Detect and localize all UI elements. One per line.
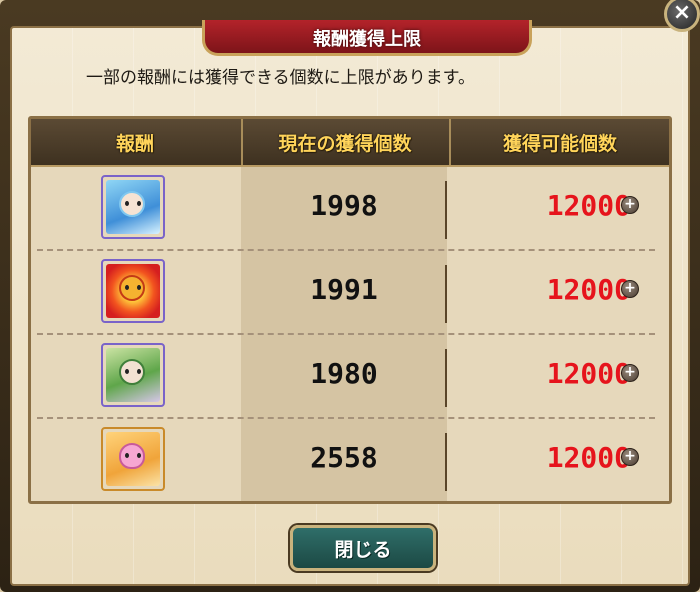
plus-icon[interactable]: + bbox=[621, 196, 639, 214]
plus-icon[interactable]: + bbox=[621, 364, 639, 382]
dialog-title: 報酬獲得上限 bbox=[313, 29, 421, 50]
current-count: 2558 bbox=[310, 441, 378, 474]
header-max-count: 獲得可能個数 bbox=[449, 119, 669, 165]
table-header: 報酬 現在の獲得個数 獲得可能個数 bbox=[31, 119, 669, 167]
table-row: 1991 12000 + bbox=[31, 251, 669, 335]
column-divider bbox=[445, 181, 447, 239]
close-button[interactable]: 閉じる bbox=[290, 525, 436, 571]
table-row: 1998 12000 + bbox=[31, 167, 669, 251]
plus-icon[interactable]: + bbox=[621, 280, 639, 298]
flower-lion-reward-icon[interactable] bbox=[101, 259, 165, 323]
pink-dragon-reward-icon[interactable] bbox=[101, 427, 165, 491]
column-divider bbox=[445, 265, 447, 323]
current-count: 1980 bbox=[310, 357, 378, 390]
limit-notice-text: 一部の報酬には獲得できる個数に上限があります。 bbox=[86, 68, 475, 88]
max-count: 12000 bbox=[546, 357, 631, 390]
header-reward: 報酬 bbox=[115, 132, 154, 155]
plus-icon[interactable]: + bbox=[621, 448, 639, 466]
current-count: 1991 bbox=[310, 273, 378, 306]
max-count: 12000 bbox=[546, 189, 631, 222]
forest-girl-reward-icon[interactable] bbox=[101, 343, 165, 407]
reward-limit-table: 報酬 現在の獲得個数 獲得可能個数 1998 12000 + 1991 1200… bbox=[28, 116, 672, 504]
close-button-label: 閉じる bbox=[334, 538, 392, 561]
max-count: 12000 bbox=[546, 441, 631, 474]
current-count: 1998 bbox=[310, 189, 378, 222]
table-row: 2558 12000 + bbox=[31, 419, 669, 503]
water-girl-reward-icon[interactable] bbox=[101, 175, 165, 239]
header-current-count: 現在の獲得個数 bbox=[241, 119, 447, 165]
column-divider bbox=[445, 349, 447, 407]
max-count: 12000 bbox=[546, 273, 631, 306]
table-row: 1980 12000 + bbox=[31, 335, 669, 419]
column-divider bbox=[445, 433, 447, 491]
dialog-title-banner: 報酬獲得上限 bbox=[202, 20, 532, 56]
